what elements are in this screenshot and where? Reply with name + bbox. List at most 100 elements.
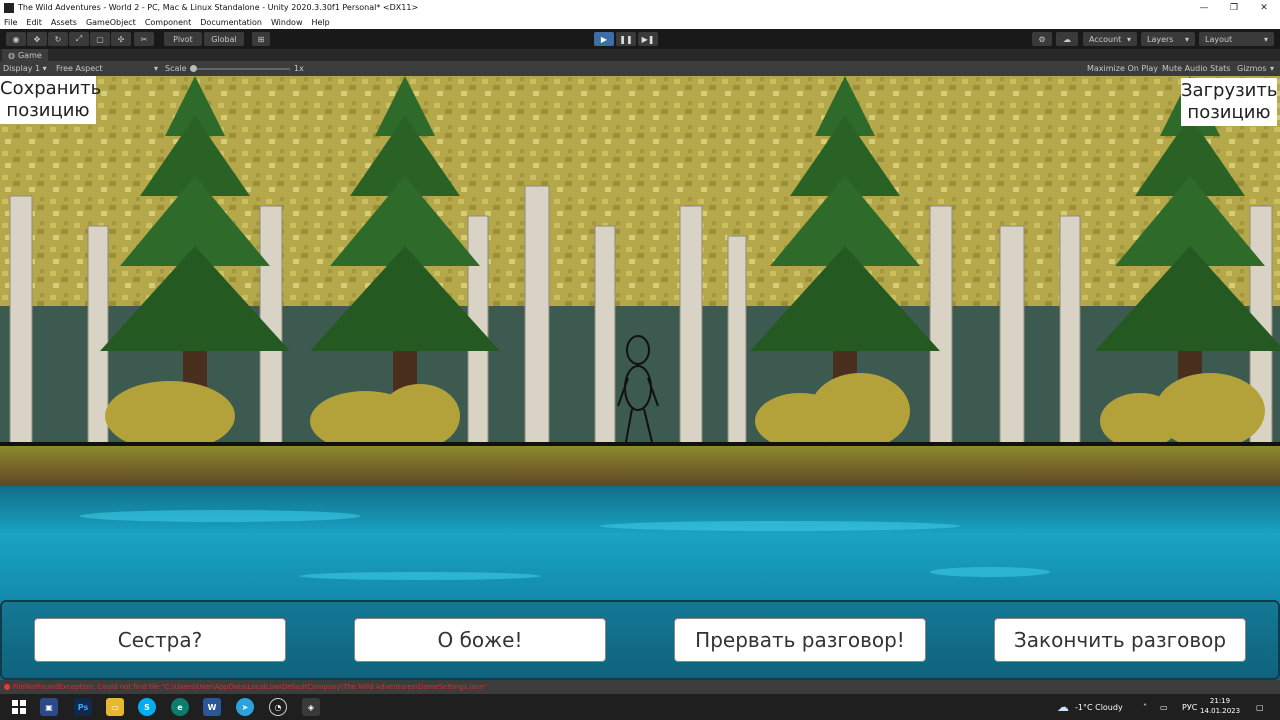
menu-window[interactable]: Window xyxy=(271,18,303,27)
display-label: Display 1 xyxy=(3,64,41,73)
menu-component[interactable]: Component xyxy=(145,18,191,27)
telegram-icon[interactable]: ➤ xyxy=(236,698,254,716)
scale-label: Scale xyxy=(165,64,187,73)
collab-icon[interactable]: ⚙ xyxy=(1032,32,1052,46)
load-position-button[interactable]: Загрузить позицию xyxy=(1181,78,1277,126)
pause-button[interactable]: ❚❚ xyxy=(616,32,636,46)
console-status-bar[interactable]: FileNotFoundException: Could not find fi… xyxy=(0,680,1280,694)
menu-file[interactable]: File xyxy=(4,18,17,27)
weather-widget[interactable]: ☁ -1°C Cloudy xyxy=(1057,694,1123,720)
scale-value: 1x xyxy=(294,64,304,73)
chevron-down-icon: ▾ xyxy=(153,64,158,73)
mute-audio-toggle[interactable]: Mute Audio xyxy=(1162,63,1207,74)
minimize-button[interactable]: — xyxy=(1188,0,1220,15)
photoshop-icon[interactable]: Ps xyxy=(74,698,92,716)
account-label: Account xyxy=(1089,34,1122,44)
layers-label: Layers xyxy=(1147,34,1174,44)
notifications-icon[interactable]: ▢ xyxy=(1256,694,1264,720)
scale-slider-handle[interactable] xyxy=(190,65,197,72)
rect-tool-icon[interactable]: ▢ xyxy=(90,32,110,46)
game-tab-strip: ◍ Game xyxy=(0,49,1280,61)
scale-slider-track[interactable] xyxy=(190,68,290,70)
chevron-down-icon: ▾ xyxy=(1263,34,1268,44)
game-viewport[interactable]: Сохранить позицию Загрузить позицию Сест… xyxy=(0,76,1280,680)
view-tool-icon[interactable]: ◉ xyxy=(6,32,26,46)
weather-text: -1°C Cloudy xyxy=(1075,702,1123,712)
cloud-icon[interactable]: ☁ xyxy=(1056,32,1078,46)
error-icon xyxy=(4,684,10,690)
console-message: FileNotFoundException: Could not find fi… xyxy=(13,683,488,691)
menu-bar: File Edit Assets GameObject Component Do… xyxy=(0,15,1280,29)
aspect-label: Free Aspect xyxy=(56,64,103,73)
stats-toggle[interactable]: Stats xyxy=(1210,63,1230,74)
layout-dropdown[interactable]: Layout ▾ xyxy=(1199,32,1274,46)
pivot-label: Pivot xyxy=(173,34,193,44)
clock-date: 14.01.2023 xyxy=(1200,707,1241,715)
tab-game-label: Game xyxy=(17,50,42,60)
file-explorer-icon[interactable]: ▭ xyxy=(106,698,124,716)
grid-snap-icon[interactable]: ⊞ xyxy=(252,32,270,46)
network-icon[interactable]: ▭ xyxy=(1160,694,1168,720)
transform-tool-icon[interactable]: ✣ xyxy=(111,32,131,46)
custom-tool-icon[interactable]: ✂ xyxy=(134,32,154,46)
maximize-button[interactable]: ❐ xyxy=(1218,0,1250,15)
aspect-dropdown[interactable]: Free Aspect ▾ xyxy=(56,63,158,74)
gizmos-chevron-icon[interactable]: ▾ xyxy=(1270,63,1274,74)
cloud-icon: ☁ xyxy=(1057,700,1069,714)
move-tool-icon[interactable]: ✥ xyxy=(27,32,47,46)
skype-icon[interactable]: S xyxy=(138,698,156,716)
unity-editor-icon[interactable]: ◈ xyxy=(302,698,320,716)
layout-label: Layout xyxy=(1205,34,1233,44)
global-label: Global xyxy=(211,34,237,44)
maximize-on-play-toggle[interactable]: Maximize On Play xyxy=(1087,63,1158,74)
taskbar-clock[interactable]: 21:19 14.01.2023 xyxy=(1200,696,1240,716)
menu-assets[interactable]: Assets xyxy=(51,18,77,27)
window-title: The Wild Adventures - World 2 - PC, Mac … xyxy=(18,3,419,12)
close-button[interactable]: ✕ xyxy=(1248,0,1280,15)
pivot-toggle[interactable]: Pivot xyxy=(164,32,202,46)
dialog-option-end[interactable]: Закончить разговор xyxy=(994,618,1246,662)
edge-icon[interactable]: e xyxy=(171,698,189,716)
unity-hub-icon[interactable]: ◔ xyxy=(269,698,287,716)
dialog-option-interrupt[interactable]: Прервать разговор! xyxy=(674,618,926,662)
save-position-line2: позицию xyxy=(6,100,90,121)
menu-gameobject[interactable]: GameObject xyxy=(86,18,136,27)
display-dropdown[interactable]: Display 1 ▾ xyxy=(3,63,47,74)
ground-edge xyxy=(0,442,1280,446)
gizmos-toggle[interactable]: Gizmos xyxy=(1237,63,1266,74)
windows-taskbar: ▣ Ps ▭ S e W ➤ ◔ ◈ ☁ -1°C Cloudy ˄ ▭ РУС… xyxy=(0,694,1280,720)
dialog-option-oh-god[interactable]: О боже! xyxy=(354,618,606,662)
global-toggle[interactable]: Global xyxy=(204,32,244,46)
menu-edit[interactable]: Edit xyxy=(26,18,42,27)
editor-toolbar: ◉ ✥ ↻ ⤢ ▢ ✣ ✂ Pivot Global ⊞ ▶ ❚❚ ▶❚ ⚙ ☁… xyxy=(0,29,1280,49)
save-icon[interactable]: ▣ xyxy=(40,698,58,716)
clock-time: 21:19 xyxy=(1209,697,1231,705)
window-title-bar: The Wild Adventures - World 2 - PC, Mac … xyxy=(0,0,1280,15)
save-position-line1: Сохранить xyxy=(0,78,102,99)
tab-game[interactable]: ◍ Game xyxy=(2,49,48,61)
playback-controls: ▶ ❚❚ ▶❚ xyxy=(594,32,658,46)
scale-tool-icon[interactable]: ⤢ xyxy=(69,32,89,46)
chevron-down-icon: ▾ xyxy=(1126,34,1131,44)
game-scene xyxy=(0,76,1280,680)
play-button[interactable]: ▶ xyxy=(594,32,614,46)
dialog-option-sister[interactable]: Сестра? xyxy=(34,618,286,662)
ground-platform xyxy=(0,446,1280,486)
layers-dropdown[interactable]: Layers ▾ xyxy=(1141,32,1195,46)
menu-documentation[interactable]: Documentation xyxy=(200,18,262,27)
menu-help[interactable]: Help xyxy=(311,18,329,27)
load-position-line1: Загрузить xyxy=(1181,80,1278,101)
tray-chevron-icon[interactable]: ˄ xyxy=(1143,694,1147,720)
load-position-line2: позицию xyxy=(1187,102,1271,123)
game-view-toolbar: Display 1 ▾ Free Aspect ▾ Scale 1x Maximi… xyxy=(0,61,1280,76)
chevron-down-icon: ▾ xyxy=(1184,34,1189,44)
windows-start-icon[interactable] xyxy=(10,698,28,716)
word-icon[interactable]: W xyxy=(203,698,221,716)
save-position-button[interactable]: Сохранить позицию xyxy=(0,76,102,124)
step-button[interactable]: ▶❚ xyxy=(638,32,658,46)
language-indicator[interactable]: РУС xyxy=(1182,694,1197,720)
unity-logo-icon xyxy=(4,2,14,13)
rotate-tool-icon[interactable]: ↻ xyxy=(48,32,68,46)
gamepad-icon: ◍ xyxy=(8,50,15,60)
account-dropdown[interactable]: Account ▾ xyxy=(1083,32,1137,46)
